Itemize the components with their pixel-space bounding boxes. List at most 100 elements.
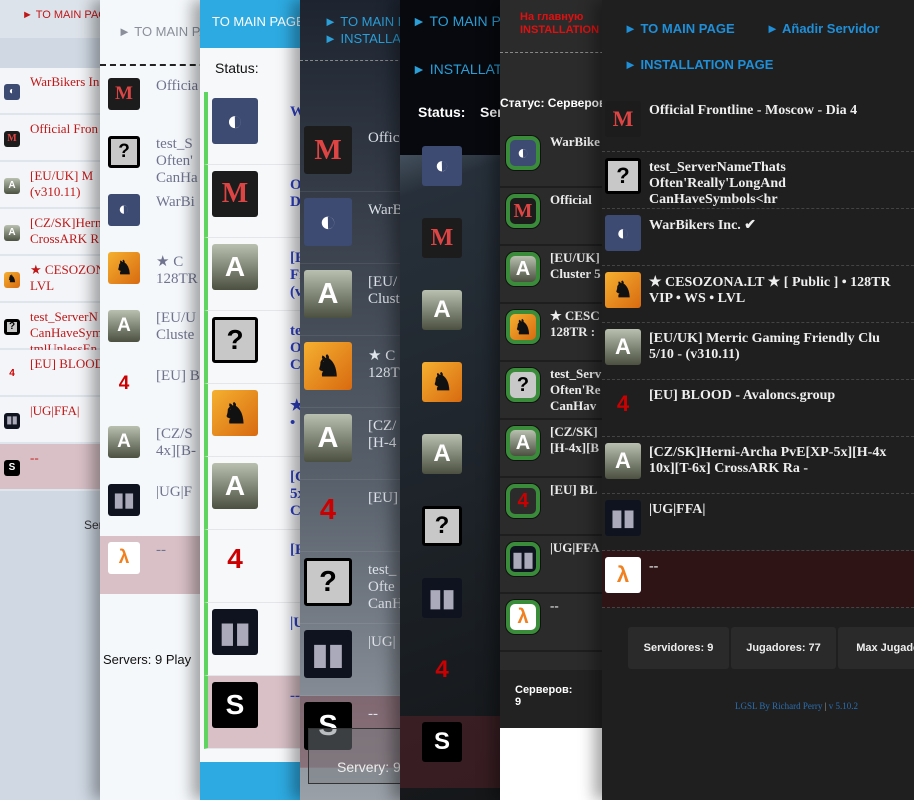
server-name[interactable]: [EU] BL [550, 482, 597, 498]
server-name[interactable]: [CZ/S 4x][B- [156, 426, 196, 460]
server-name[interactable]: ★ C 128T [368, 346, 400, 382]
csgo-icon: ♞ [422, 362, 462, 402]
nav-link[interactable]: ► Añadir Servidor [766, 21, 880, 36]
tribes-icon: ◐ [304, 198, 352, 246]
server-name[interactable]: Official [550, 192, 592, 208]
server-name[interactable]: WarBikers Inc. ✔ [649, 217, 756, 234]
server-name[interactable]: ★ CESOZON LVL [30, 262, 105, 294]
server-name[interactable]: Officia [156, 78, 198, 95]
server-row[interactable]: ▮▮ |UG|FFA| [602, 494, 914, 551]
server-name[interactable]: WarBi [156, 194, 195, 211]
panel-dark-es: ► TO MAIN PAGE ► Añadir Servidor ► INSTALL… [602, 0, 914, 800]
ark-icon: A [108, 310, 140, 342]
csgo-icon: ♞ [304, 342, 352, 390]
server-row[interactable]: ? test_ServerNameThats Often'Really'LongA… [602, 152, 914, 209]
server-name[interactable]: test_Serv Often'Re CanHav [550, 366, 601, 414]
source-icon: S [212, 682, 258, 728]
unknown-game-icon: ? [212, 317, 258, 363]
server-name[interactable]: |UG| [368, 634, 396, 651]
server-name[interactable]: [CZ/SK] [H-4x][B [550, 424, 599, 456]
server-name[interactable]: [EU] B [156, 368, 200, 385]
server-name[interactable]: -- [368, 706, 378, 723]
server-name[interactable]: |UG|FFA| [30, 403, 79, 419]
nav-link[interactable]: INSTALLATION [520, 24, 599, 36]
ark-icon: A [605, 329, 641, 365]
server-name[interactable]: WarBike [550, 134, 600, 150]
csgo-icon: ♞ [506, 310, 540, 344]
tribes-icon: ◐ [605, 215, 641, 251]
server-name[interactable]: [EU/U Cluste [156, 310, 196, 344]
tribes-icon: ◐ [108, 194, 140, 226]
unknown-game-icon: ? [304, 558, 352, 606]
server-row[interactable]: ♞ ★ CESOZONA.LT ★ [ Public ] • 128TR VIP … [602, 266, 914, 323]
server-name[interactable]: [EU] [368, 490, 398, 507]
server-name[interactable]: [EU] BLOOD - Avaloncs.group [649, 388, 835, 404]
ark-icon: A [4, 177, 20, 194]
server-name[interactable]: [EU/UK] Merric Gaming Friendly Clu 5/10 … [649, 331, 880, 363]
ark-icon: A [304, 414, 352, 462]
server-name[interactable]: [EU] BLOOD [30, 356, 104, 372]
l4d2-icon: 4 [506, 484, 540, 518]
server-name[interactable]: |UG|FFA [550, 540, 600, 556]
server-row[interactable]: λ -- [602, 551, 914, 608]
server-name[interactable]: Official Frontline - Moscow - Dia 4 [649, 103, 857, 119]
metro-icon: M [108, 78, 140, 110]
server-name[interactable]: Official Fron [30, 121, 98, 137]
nav-link[interactable]: TO MAIN PAGE [212, 14, 305, 29]
server-name[interactable]: ★ CESC 128TR : [550, 308, 600, 340]
status-label: Status: [215, 60, 259, 76]
metro-icon: M [605, 101, 641, 137]
tribes-icon: ◐ [422, 146, 462, 186]
server-row[interactable]: A [EU/UK] Merric Gaming Friendly Clu 5/10… [602, 323, 914, 380]
server-name[interactable]: test_S Often' CanHa [156, 136, 198, 187]
server-name[interactable]: test_ Ofte CanH [368, 562, 403, 613]
l4d2-icon: 4 [616, 391, 630, 416]
server-name[interactable]: -- [550, 598, 559, 614]
metro-icon: M [4, 130, 20, 147]
unreal-tournament-icon: ▮▮ [212, 609, 258, 655]
tribes-icon: ◐ [4, 83, 20, 100]
server-name[interactable]: [CZ/SK]Herni CrossARK R [30, 215, 105, 247]
ark-icon: A [304, 270, 352, 318]
server-name[interactable]: -- [290, 688, 300, 705]
unreal-tournament-icon: ▮▮ [605, 500, 641, 536]
server-row[interactable]: M Official Frontline - Moscow - Dia 4 [602, 95, 914, 152]
server-row[interactable]: ◐ WarBikers Inc. ✔ [602, 209, 914, 266]
server-name[interactable]: WarBikers In [30, 74, 99, 90]
tribes-icon: ◐ [212, 98, 258, 144]
ark-icon: A [506, 426, 540, 460]
server-name[interactable]: [EU/ Clust [368, 274, 400, 308]
server-name[interactable]: ★ C 128TR [156, 252, 198, 288]
server-row[interactable]: A [CZ/SK]Herni-Archa PvE[XP-5x][H-4x 10x]… [602, 437, 914, 494]
server-name[interactable]: [EU/UK] M (v310.11) [30, 168, 93, 200]
server-name[interactable]: |UG|F [156, 484, 192, 501]
server-name[interactable]: -- [30, 450, 39, 466]
nav-link[interactable]: ► INSTALLATION PAGE [624, 57, 773, 72]
server-name[interactable]: [EU/UK] Cluster 5 [550, 250, 601, 282]
half-life-2-icon: λ [108, 542, 140, 574]
server-name[interactable]: [CZ/SK]Herni-Archa PvE[XP-5x][H-4x 10x][… [649, 445, 886, 477]
unknown-game-icon: ? [422, 506, 462, 546]
server-name[interactable]: [CZ/ [H-4 [368, 418, 396, 452]
nav-link[interactable]: На главную [520, 11, 583, 23]
server-name[interactable]: Offic [368, 130, 399, 147]
server-name[interactable]: WarB [368, 202, 403, 219]
server-name[interactable]: -- [649, 559, 658, 575]
version-link[interactable]: v 5.10.2 [829, 701, 858, 711]
unknown-game-icon: ? [4, 318, 20, 335]
csgo-icon: ♞ [212, 390, 258, 436]
server-row[interactable]: 4 [EU] BLOOD - Avaloncs.group [602, 380, 914, 437]
metro-icon: M [212, 171, 258, 217]
server-name[interactable]: ★ CESOZONA.LT ★ [ Public ] • 128TR VIP •… [649, 274, 891, 307]
half-life-2-icon: λ [605, 557, 641, 593]
ark-icon: A [108, 426, 140, 458]
source-icon: S [422, 722, 462, 762]
tribes-icon: ◐ [506, 136, 540, 170]
nav-link[interactable]: ► TO MAIN PAGE [624, 21, 735, 36]
source-icon: S [4, 459, 20, 476]
credit-link[interactable]: LGSL By Richard Perry [735, 701, 822, 711]
server-name[interactable]: -- [156, 542, 166, 559]
l4d2-icon: 4 [319, 493, 337, 526]
server-name[interactable]: |UG|FFA| [649, 502, 705, 518]
server-name[interactable]: test_ServerNameThats Often'Really'LongAn… [649, 160, 786, 208]
